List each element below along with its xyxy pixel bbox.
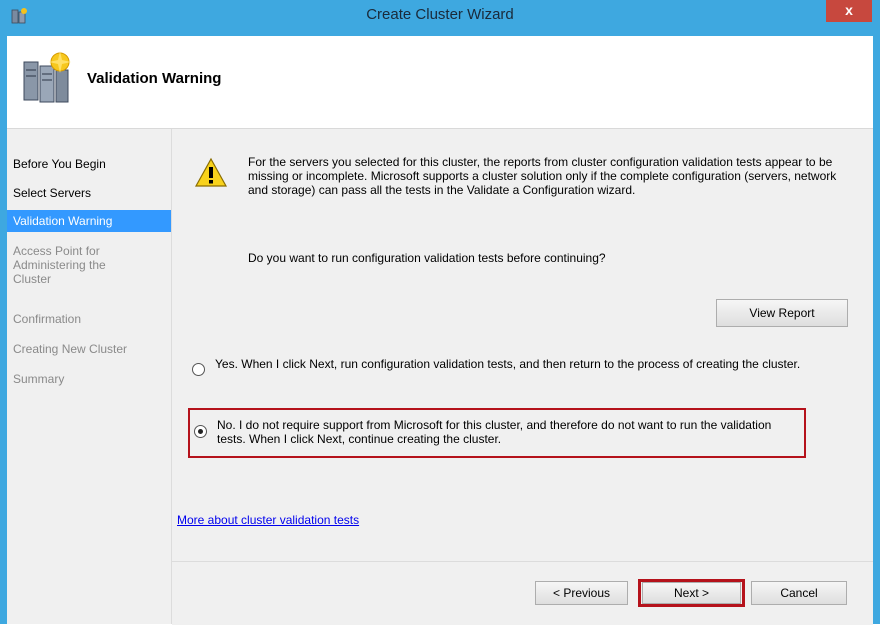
next-button[interactable]: Next > — [642, 582, 741, 604]
validation-question: Do you want to run configuration validat… — [248, 251, 606, 265]
option-no-radio[interactable] — [194, 425, 207, 438]
cancel-button[interactable]: Cancel — [751, 581, 847, 605]
option-no-label[interactable]: No. I do not require support from Micros… — [217, 418, 802, 446]
nav-step-confirmation: Confirmation — [13, 312, 82, 326]
next-button-highlight: Next > — [638, 579, 745, 607]
warning-icon — [194, 157, 228, 187]
window-border-right — [873, 36, 880, 624]
wizard-header: Validation Warning — [7, 36, 873, 129]
nav-step-before-you-begin[interactable]: Before You Begin — [7, 157, 171, 171]
nav-step-validation-warning[interactable]: Validation Warning — [7, 210, 171, 232]
page-title: Validation Warning — [87, 70, 222, 87]
option-yes-radio[interactable] — [192, 363, 205, 376]
window-border-left — [0, 36, 7, 624]
nav-step-access-point: Access Point for Administering the Clust… — [13, 244, 106, 286]
nav-step-select-servers[interactable]: Select Servers — [7, 186, 171, 200]
title-bar: Create Cluster Wizard x — [0, 0, 880, 36]
close-button[interactable]: x — [826, 0, 872, 22]
view-report-button[interactable]: View Report — [716, 299, 848, 327]
nav-step-creating-new-cluster: Creating New Cluster — [13, 342, 128, 356]
cluster-server-icon — [23, 51, 71, 103]
wizard-steps-nav: Before You Begin Select Servers Validati… — [7, 129, 172, 624]
previous-button[interactable]: < Previous — [535, 581, 628, 605]
wizard-content: For the servers you selected for this cl… — [172, 129, 873, 561]
more-about-validation-link[interactable]: More about cluster validation tests — [177, 513, 359, 527]
window-title: Create Cluster Wizard — [366, 6, 514, 23]
wizard-footer: < Previous Next > Cancel — [172, 561, 873, 625]
warning-message: For the servers you selected for this cl… — [248, 155, 837, 197]
option-yes-label[interactable]: Yes. When I click Next, run configuratio… — [215, 357, 835, 371]
nav-step-summary: Summary — [13, 372, 65, 386]
